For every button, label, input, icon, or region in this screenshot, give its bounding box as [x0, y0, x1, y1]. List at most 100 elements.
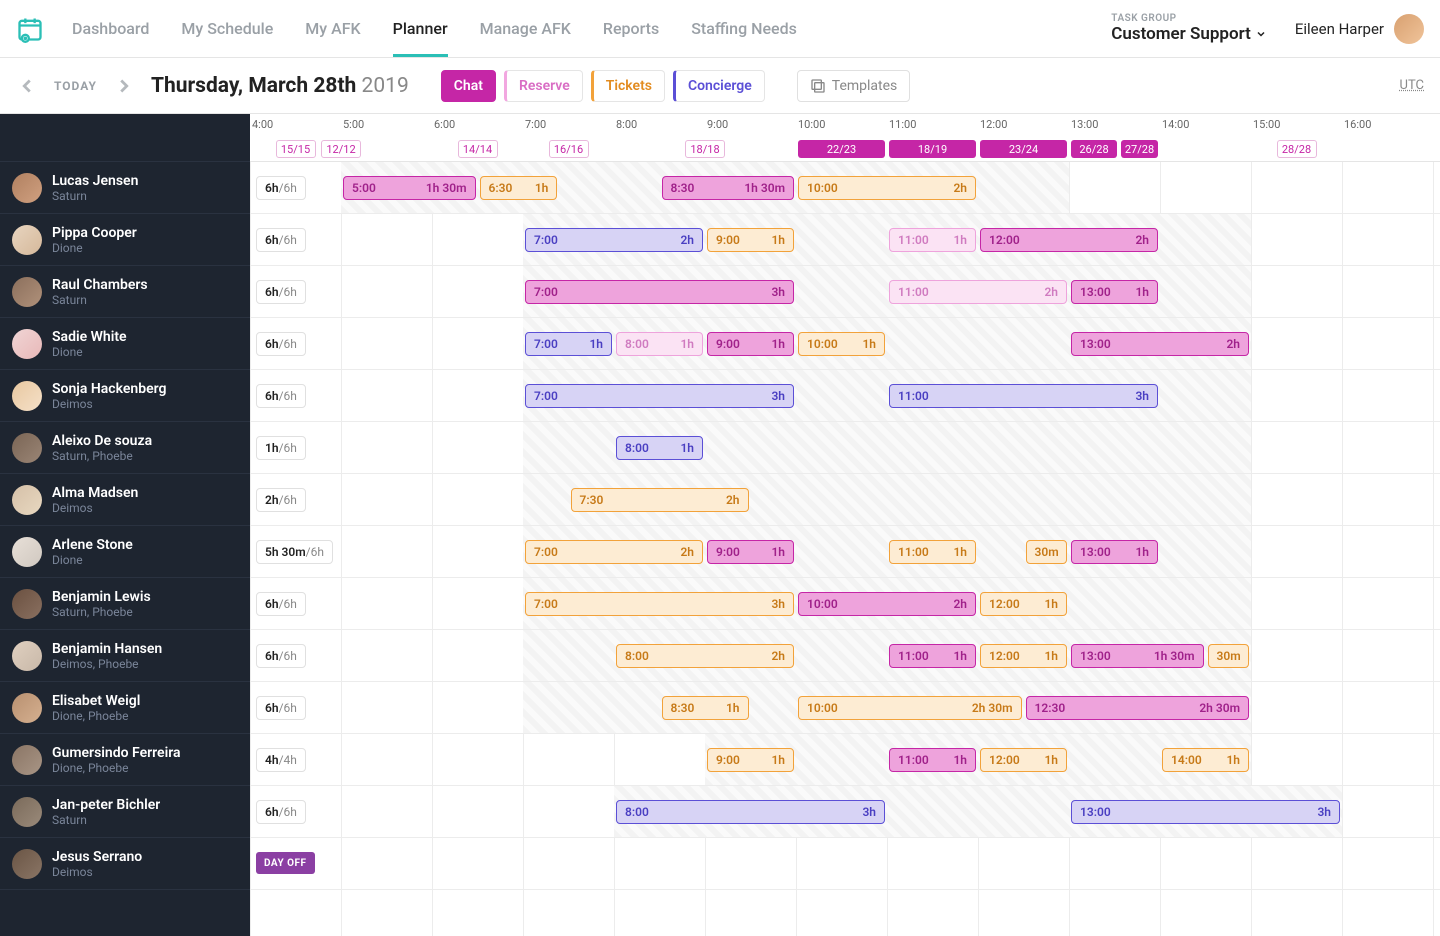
- shift-block[interactable]: 8:003h: [616, 800, 885, 824]
- hour-label: 6:00: [434, 118, 455, 131]
- shift-block[interactable]: 12:001h: [980, 748, 1067, 772]
- today-button[interactable]: TODAY: [54, 79, 97, 93]
- templates-button[interactable]: Templates: [797, 70, 911, 102]
- shift-block[interactable]: 12:001h: [980, 644, 1067, 668]
- schedule-row: 4h/4h9:001h11:001h12:001h14:001h: [250, 734, 1440, 786]
- shift-start: 8:30: [671, 181, 695, 195]
- nav-staffing-needs[interactable]: Staffing Needs: [691, 0, 797, 57]
- next-day-button[interactable]: [113, 75, 135, 97]
- nav-manage-afk[interactable]: Manage AFK: [480, 0, 571, 57]
- filter-chat[interactable]: Chat: [441, 70, 496, 102]
- shift-block[interactable]: 8:301h: [662, 696, 749, 720]
- schedule-row: 6h/6h7:001h8:001h9:001h10:001h13:002h: [250, 318, 1440, 370]
- capacity-badge: 27/28: [1121, 140, 1158, 158]
- person-item[interactable]: Benjamin HansenDeimos, Phoebe: [0, 630, 250, 682]
- person-name: Benjamin Hansen: [52, 641, 162, 657]
- shift-block[interactable]: 11:001h: [889, 540, 976, 564]
- shift-block[interactable]: 13:001h: [1071, 540, 1158, 564]
- person-item[interactable]: Lucas JensenSaturn: [0, 162, 250, 214]
- filter-reserve[interactable]: Reserve: [504, 70, 583, 102]
- person-avatar: [12, 641, 42, 671]
- person-item[interactable]: Benjamin LewisSaturn, Phoebe: [0, 578, 250, 630]
- shift-block[interactable]: 7:003h: [525, 592, 794, 616]
- shift-block[interactable]: 7:003h: [525, 280, 794, 304]
- shift-block[interactable]: 12:002h: [980, 228, 1158, 252]
- shift-block[interactable]: 11:001h: [889, 748, 976, 772]
- person-item[interactable]: Aleixo De souzaSaturn, Phoebe: [0, 422, 250, 474]
- person-name: Pippa Cooper: [52, 225, 137, 241]
- person-item[interactable]: Elisabet WeiglDione, Phoebe: [0, 682, 250, 734]
- shift-block[interactable]: 10:002h: [798, 592, 976, 616]
- person-item[interactable]: Pippa CooperDione: [0, 214, 250, 266]
- shift-block[interactable]: 12:001h: [980, 592, 1067, 616]
- shift-block[interactable]: 10:002h 30m: [798, 696, 1022, 720]
- shift-block[interactable]: 13:003h: [1071, 800, 1340, 824]
- person-item[interactable]: Alma MadsenDeimos: [0, 474, 250, 526]
- day-off-badge: DAY OFF: [256, 852, 315, 874]
- shift-block[interactable]: 9:001h: [707, 332, 794, 356]
- nav-my-schedule[interactable]: My Schedule: [181, 0, 273, 57]
- person-name: Lucas Jensen: [52, 173, 138, 189]
- shift-block[interactable]: 11:001h: [889, 228, 976, 252]
- shift-block[interactable]: 6:301h: [480, 176, 558, 200]
- person-item[interactable]: Jan-peter BichlerSaturn: [0, 786, 250, 838]
- person-item[interactable]: Sadie WhiteDione: [0, 318, 250, 370]
- timezone-button[interactable]: UTC: [1400, 78, 1424, 93]
- shift-block[interactable]: 13:002h: [1071, 332, 1249, 356]
- nav-reports[interactable]: Reports: [603, 0, 659, 57]
- person-avatar: [12, 329, 42, 359]
- nav-dashboard[interactable]: Dashboard: [72, 0, 149, 57]
- filter-tickets[interactable]: Tickets: [591, 70, 665, 102]
- hours-badge: 6h/6h: [256, 592, 306, 616]
- shift-block[interactable]: 7:001h: [525, 332, 612, 356]
- prev-day-button[interactable]: [16, 75, 38, 97]
- shift-block[interactable]: 9:001h: [707, 228, 794, 252]
- shift-block[interactable]: 13:001h: [1071, 280, 1158, 304]
- shift-block[interactable]: 5:001h 30m: [343, 176, 476, 200]
- hour-label: 7:00: [525, 118, 546, 131]
- person-name: Aleixo De souza: [52, 433, 152, 449]
- person-item[interactable]: Sonja HackenbergDeimos: [0, 370, 250, 422]
- nav-planner[interactable]: Planner: [393, 0, 448, 57]
- shift-block[interactable]: 7:003h: [525, 384, 794, 408]
- shift-block[interactable]: 9:001h: [707, 748, 794, 772]
- shift-block[interactable]: 14:001h: [1162, 748, 1249, 772]
- user-menu[interactable]: Eileen Harper: [1295, 14, 1424, 44]
- shift-block[interactable]: 30m: [1026, 540, 1068, 564]
- shift-block[interactable]: 11:002h: [889, 280, 1067, 304]
- filter-concierge[interactable]: Concierge: [673, 70, 765, 102]
- shift-block[interactable]: 8:001h: [616, 332, 703, 356]
- person-item[interactable]: Raul ChambersSaturn: [0, 266, 250, 318]
- shift-block[interactable]: 10:001h: [798, 332, 885, 356]
- person-team: Dione: [52, 241, 137, 255]
- shift-block[interactable]: 7:002h: [525, 540, 703, 564]
- shift-block[interactable]: 7:002h: [525, 228, 703, 252]
- person-item[interactable]: Arlene StoneDione: [0, 526, 250, 578]
- person-item[interactable]: Jesus SerranoDeimos: [0, 838, 250, 890]
- shift-block[interactable]: 11:003h: [889, 384, 1158, 408]
- shift-duration: 1h: [1226, 753, 1240, 767]
- person-avatar: [12, 797, 42, 827]
- shift-block[interactable]: 8:002h: [616, 644, 794, 668]
- capacity-badge: 18/18: [685, 140, 725, 158]
- shift-block[interactable]: 12:302h 30m: [1026, 696, 1250, 720]
- shift-block[interactable]: 11:001h: [889, 644, 976, 668]
- person-team: Deimos: [52, 397, 166, 411]
- shift-block[interactable]: 30m: [1208, 644, 1250, 668]
- person-team: Dione, Phoebe: [52, 709, 140, 723]
- shift-block[interactable]: 9:001h: [707, 540, 794, 564]
- shift-block[interactable]: 13:001h 30m: [1071, 644, 1204, 668]
- shift-duration: 1h: [953, 233, 967, 247]
- shift-block[interactable]: 10:002h: [798, 176, 976, 200]
- shift-block[interactable]: 8:001h: [616, 436, 703, 460]
- shift-duration: 3h: [1135, 389, 1149, 403]
- shift-start: 13:00: [1080, 337, 1111, 351]
- person-item[interactable]: Gumersindo FerreiraDione, Phoebe: [0, 734, 250, 786]
- shift-block[interactable]: 7:302h: [571, 488, 749, 512]
- task-group-dropdown[interactable]: TASK GROUP Customer Support: [1111, 13, 1267, 44]
- schedule-row: 6h/6h 7:003h10:002h12:001h: [250, 578, 1440, 630]
- person-team: Deimos: [52, 865, 142, 879]
- shift-start: 6:30: [489, 181, 513, 195]
- nav-my-afk[interactable]: My AFK: [305, 0, 360, 57]
- shift-block[interactable]: 8:301h 30m: [662, 176, 795, 200]
